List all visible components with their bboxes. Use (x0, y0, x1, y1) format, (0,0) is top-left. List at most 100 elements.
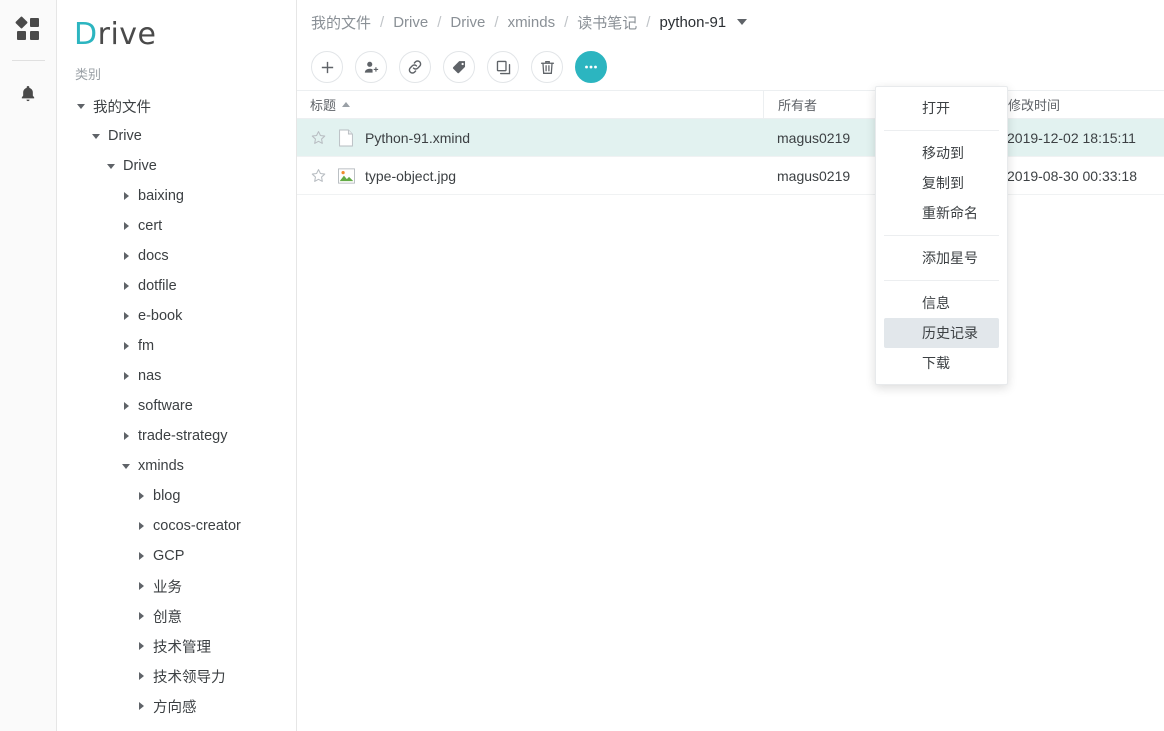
new-button[interactable] (311, 51, 343, 83)
person-add-icon (363, 59, 380, 76)
chevron-right-icon[interactable] (119, 429, 133, 443)
main-area: 我的文件 / Drive / Drive / xminds / 读书笔记 / python-91 标… (297, 0, 1164, 731)
breadcrumb: 我的文件 / Drive / Drive / xminds / 读书笔记 / python-91 (297, 0, 1164, 44)
chevron-right-icon[interactable] (119, 339, 133, 353)
drive-app: Drive 类别 我的文件 Drive Drive baixing cert docs do… (0, 0, 1164, 731)
tree-item-Drive[interactable]: Drive (74, 151, 296, 181)
more-button[interactable] (575, 51, 607, 83)
chevron-right-icon[interactable] (119, 309, 133, 323)
tree-item-label: software (138, 398, 193, 414)
chevron-down-icon[interactable] (104, 159, 118, 173)
chevron-right-icon[interactable] (134, 639, 148, 653)
rail-divider (11, 60, 45, 61)
tree-item-label: docs (138, 248, 169, 264)
link-button[interactable] (399, 51, 431, 83)
tree-item-nas[interactable]: nas (74, 361, 296, 391)
tree-item-label: cert (138, 218, 163, 234)
delete-button[interactable] (531, 51, 563, 83)
apps-grid-button[interactable] (0, 0, 57, 57)
star-icon[interactable] (310, 129, 327, 146)
chevron-right-icon[interactable] (119, 369, 133, 383)
star-icon[interactable] (310, 167, 327, 184)
chevron-down-icon[interactable] (89, 129, 103, 143)
chevron-right-icon[interactable] (119, 249, 133, 263)
breadcrumb-separator: / (437, 13, 442, 31)
menu-item-下载[interactable]: 下载 (884, 348, 999, 378)
table-row[interactable]: type-object.jpg magus0219 2019-08-30 00:33… (297, 157, 1164, 195)
tree-item-label: 创意 (153, 609, 182, 626)
tree-item-xminds[interactable]: xminds (74, 451, 296, 481)
chevron-right-icon[interactable] (119, 219, 133, 233)
chevron-right-icon[interactable] (134, 519, 148, 533)
column-header-modified[interactable]: 修改时间 (993, 90, 1164, 119)
cell-title: type-object.jpg (297, 167, 763, 185)
bell-icon (18, 83, 38, 109)
sidebar: Drive 类别 我的文件 Drive Drive baixing cert docs do… (57, 0, 297, 731)
tree-item-software[interactable]: software (74, 391, 296, 421)
context-menu: 打开移动到 复制到 重新命名添加星号信息 历史记录 下载 (875, 86, 1008, 385)
tree-item-baixing[interactable]: baixing (74, 181, 296, 211)
tree-item-e-book[interactable]: e-book (74, 301, 296, 331)
chevron-right-icon[interactable] (119, 189, 133, 203)
menu-item-复制到[interactable]: 复制到 (884, 168, 999, 198)
chevron-right-icon[interactable] (134, 489, 148, 503)
tree-item-label: baixing (138, 188, 184, 204)
menu-item-信息[interactable]: 信息 (884, 288, 999, 318)
chevron-right-icon[interactable] (119, 279, 133, 293)
breadcrumb-item-xminds[interactable]: xminds (508, 14, 556, 31)
tree-item-dotfile[interactable]: dotfile (74, 271, 296, 301)
tree-item-方向感[interactable]: 方向感 (74, 691, 296, 721)
share-button[interactable] (355, 51, 387, 83)
tag-button[interactable] (443, 51, 475, 83)
chevron-right-icon[interactable] (134, 669, 148, 683)
trash-icon (539, 59, 556, 76)
file-name[interactable]: type-object.jpg (365, 168, 456, 184)
menu-item-历史记录[interactable]: 历史记录 (884, 318, 999, 348)
tree-item-技术领导力[interactable]: 技术领导力 (74, 661, 296, 691)
breadcrumb-item-Drive[interactable]: Drive (393, 14, 428, 31)
tree-item-cert[interactable]: cert (74, 211, 296, 241)
tree-item-docs[interactable]: docs (74, 241, 296, 271)
tree-item-创意[interactable]: 创意 (74, 601, 296, 631)
tree-item-cocos-creator[interactable]: cocos-creator (74, 511, 296, 541)
column-header-title-label: 标题 (310, 98, 337, 113)
chevron-right-icon[interactable] (134, 699, 148, 713)
menu-item-添加星号[interactable]: 添加星号 (884, 243, 999, 273)
tree-item-业务[interactable]: 业务 (74, 571, 296, 601)
breadcrumb-item-我的文件[interactable]: 我的文件 (311, 12, 371, 33)
cell-title: Python-91.xmind (297, 129, 763, 147)
tree-item-label: xminds (138, 458, 184, 474)
chevron-down-icon[interactable] (119, 459, 133, 473)
copy-button[interactable] (487, 51, 519, 83)
tree-item-GCP[interactable]: GCP (74, 541, 296, 571)
menu-divider (884, 130, 999, 131)
sort-ascending-icon (342, 102, 351, 107)
tree-item-Drive[interactable]: Drive (74, 121, 296, 151)
breadcrumb-chevron-down-icon[interactable] (737, 19, 748, 25)
tree-item-我的文件[interactable]: 我的文件 (74, 91, 296, 121)
breadcrumb-item-python-91[interactable]: python-91 (659, 14, 726, 31)
chevron-right-icon[interactable] (134, 549, 148, 563)
tree-item-blog[interactable]: blog (74, 481, 296, 511)
chevron-right-icon[interactable] (134, 579, 148, 593)
breadcrumb-separator: / (380, 13, 385, 31)
tree-item-fm[interactable]: fm (74, 331, 296, 361)
table-row[interactable]: Python-91.xmind magus0219 2019-12-02 18:15… (297, 119, 1164, 157)
tree-item-技术管理[interactable]: 技术管理 (74, 631, 296, 661)
column-header-title[interactable]: 标题 (297, 95, 763, 114)
menu-item-打开[interactable]: 打开 (884, 93, 999, 123)
chevron-right-icon[interactable] (134, 609, 148, 623)
chevron-right-icon[interactable] (119, 399, 133, 413)
menu-item-移动到[interactable]: 移动到 (884, 138, 999, 168)
tree-item-label: dotfile (138, 278, 177, 294)
file-name[interactable]: Python-91.xmind (365, 130, 470, 146)
breadcrumb-item-Drive[interactable]: Drive (450, 14, 485, 31)
breadcrumb-item-读书笔记[interactable]: 读书笔记 (577, 12, 637, 33)
tree-item-trade-strategy[interactable]: trade-strategy (74, 421, 296, 451)
breadcrumb-separator: / (646, 13, 651, 31)
table-body: Python-91.xmind magus0219 2019-12-02 18:15… (297, 119, 1164, 195)
menu-item-重新命名[interactable]: 重新命名 (884, 198, 999, 228)
chevron-down-icon[interactable] (74, 99, 88, 113)
notifications-button[interactable] (0, 67, 57, 124)
breadcrumb-separator: / (564, 13, 569, 31)
